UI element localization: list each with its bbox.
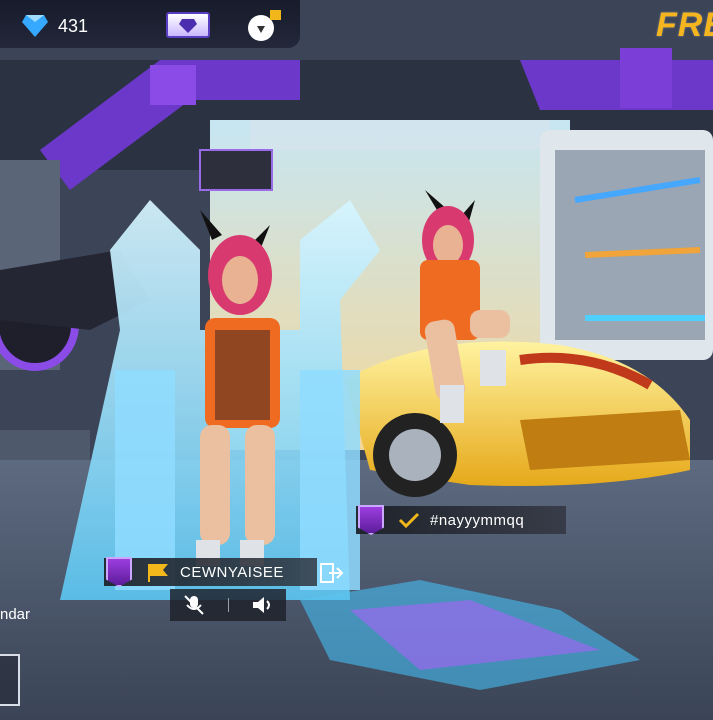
teammate-name: #nayyymmqq xyxy=(430,511,525,529)
voice-divider xyxy=(227,598,229,612)
rank-emblem-icon xyxy=(106,557,132,587)
diamond-shop-icon[interactable] xyxy=(166,12,210,38)
checkmark-icon xyxy=(398,512,420,529)
exit-icon[interactable] xyxy=(319,561,345,585)
speaker-icon[interactable] xyxy=(250,593,276,617)
player-name: CEWNYAISEE xyxy=(180,563,284,581)
rank-emblem-icon xyxy=(358,505,384,535)
mic-muted-icon[interactable] xyxy=(181,593,207,617)
brand-logo-text: FRE xyxy=(656,6,713,44)
side-menu-label[interactable]: ndar xyxy=(0,606,30,623)
game-lobby-scene xyxy=(0,0,713,720)
side-panel-tab[interactable] xyxy=(0,654,20,706)
diamond-icon xyxy=(22,15,48,37)
cloud-gift-icon[interactable] xyxy=(244,8,284,42)
diamond-count: 431 xyxy=(58,16,89,36)
player-badge-self[interactable]: CEWNYAISEE xyxy=(104,557,317,587)
player-badge-teammate[interactable]: #nayyymmqq xyxy=(356,505,566,535)
top-hud-bar: 431 xyxy=(0,0,300,48)
flag-icon xyxy=(148,564,168,582)
lobby-background xyxy=(0,0,713,720)
voice-controls xyxy=(170,589,286,621)
